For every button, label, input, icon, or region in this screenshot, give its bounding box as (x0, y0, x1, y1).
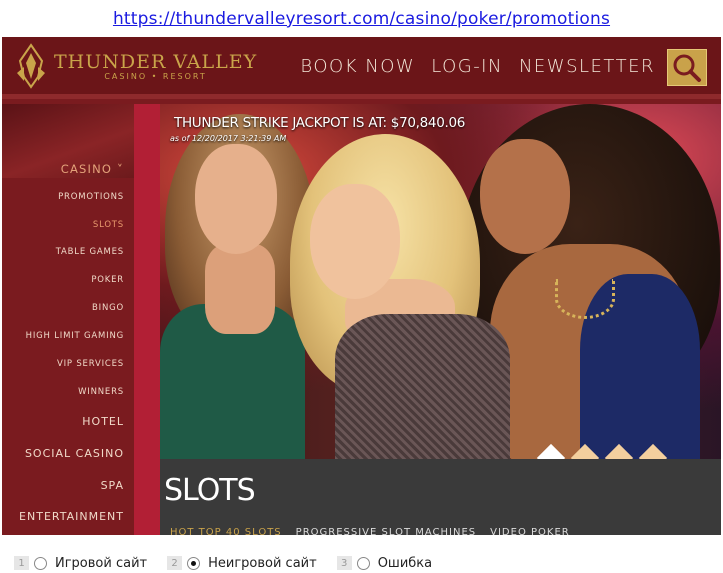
option-label: Неигровой сайт (208, 555, 317, 571)
radio-button[interactable] (356, 556, 370, 570)
sidebar-item-promotions[interactable]: PROMOTIONS (58, 192, 124, 202)
subtabs: HOT TOP 40 SLOTS PROGRESSIVE SLOT MACHIN… (170, 527, 570, 535)
logo-crest-icon (17, 43, 45, 89)
sidebar-item-entertainment[interactable]: ENTERTAINMENT (19, 510, 124, 523)
site-header: THUNDER VALLEY CASINO • RESORT BOOK NOW … (2, 37, 721, 99)
survey-option-gaming[interactable]: 1 Игровой сайт (14, 556, 147, 571)
sidebar-item-social-casino[interactable]: SOCIAL CASINO (25, 447, 124, 460)
sidebar-item-vip[interactable]: VIP SERVICES (57, 359, 124, 369)
sidebar-item-spa[interactable]: SPA (101, 479, 124, 492)
nav-newsletter[interactable]: NEWSLETTER (519, 56, 655, 77)
sidebar-item-hotel[interactable]: HOTEL (82, 415, 124, 428)
page-title: SLOTS (164, 473, 256, 508)
nav-book-now[interactable]: BOOK NOW (300, 56, 415, 77)
sidebar-item-poker[interactable]: POKER (91, 275, 124, 285)
tab-hot-top-40[interactable]: HOT TOP 40 SLOTS (170, 527, 282, 535)
url-bar: https://thundervalleyresort.com/casino/p… (0, 0, 723, 37)
chevron-down-icon: ˅ (112, 162, 124, 176)
search-button[interactable] (667, 49, 707, 86)
sidebar-item-bingo[interactable]: BINGO (92, 303, 124, 313)
nav-log-in[interactable]: LOG-IN (431, 56, 503, 77)
logo-title: THUNDER VALLEY (54, 51, 258, 73)
radio-button[interactable] (34, 556, 47, 570)
option-number: 3 (336, 556, 352, 570)
website-frame: THUNDER VALLEY CASINO • RESORT BOOK NOW … (2, 37, 721, 535)
option-number: 2 (167, 556, 183, 570)
hero-image (160, 104, 721, 459)
sidebar-item-table-games[interactable]: TABLE GAMES (56, 247, 124, 257)
logo-subtitle: CASINO • RESORT (104, 72, 207, 81)
radio-button-checked[interactable] (187, 556, 201, 570)
top-nav: BOOK NOW LOG-IN NEWSLETTER (300, 56, 655, 77)
survey-option-error[interactable]: 3 Ошибка (336, 555, 433, 571)
tab-video-poker[interactable]: VIDEO POKER (490, 527, 570, 535)
sidebar-section-casino[interactable]: CASINO ˅ (61, 162, 124, 176)
sidebar-item-high-limit[interactable]: HIGH LIMIT GAMING (26, 331, 124, 341)
sidebar-accent-bar (134, 104, 160, 535)
option-number: 1 (14, 556, 29, 570)
option-label: Игровой сайт (55, 555, 148, 571)
page-title-area: SLOTS HOT TOP 40 SLOTS PROGRESSIVE SLOT … (160, 459, 721, 535)
jackpot-timestamp: as of 12/20/2017 3:21:39 AM (170, 134, 287, 143)
jackpot-ticker: THUNDER STRIKE JACKPOT IS AT: $70,840.06 (174, 115, 466, 131)
classification-survey: 1 Игровой сайт 2 Неигровой сайт 3 Ошибка (0, 553, 723, 573)
survey-option-non-gaming[interactable]: 2 Неигровой сайт (167, 556, 317, 571)
option-label: Ошибка (377, 555, 433, 571)
search-icon (673, 54, 701, 82)
logo[interactable]: THUNDER VALLEY CASINO • RESORT (14, 43, 257, 91)
sidebar-item-winners[interactable]: WINNERS (78, 387, 124, 397)
tab-progressive[interactable]: PROGRESSIVE SLOT MACHINES (296, 527, 476, 535)
sidebar: CASINO ˅ PROMOTIONS SLOTS TABLE GAMES PO… (2, 104, 134, 535)
sidebar-item-slots[interactable]: SLOTS (93, 220, 124, 230)
page-url-link[interactable]: https://thundervalleyresort.com/casino/p… (113, 9, 610, 29)
